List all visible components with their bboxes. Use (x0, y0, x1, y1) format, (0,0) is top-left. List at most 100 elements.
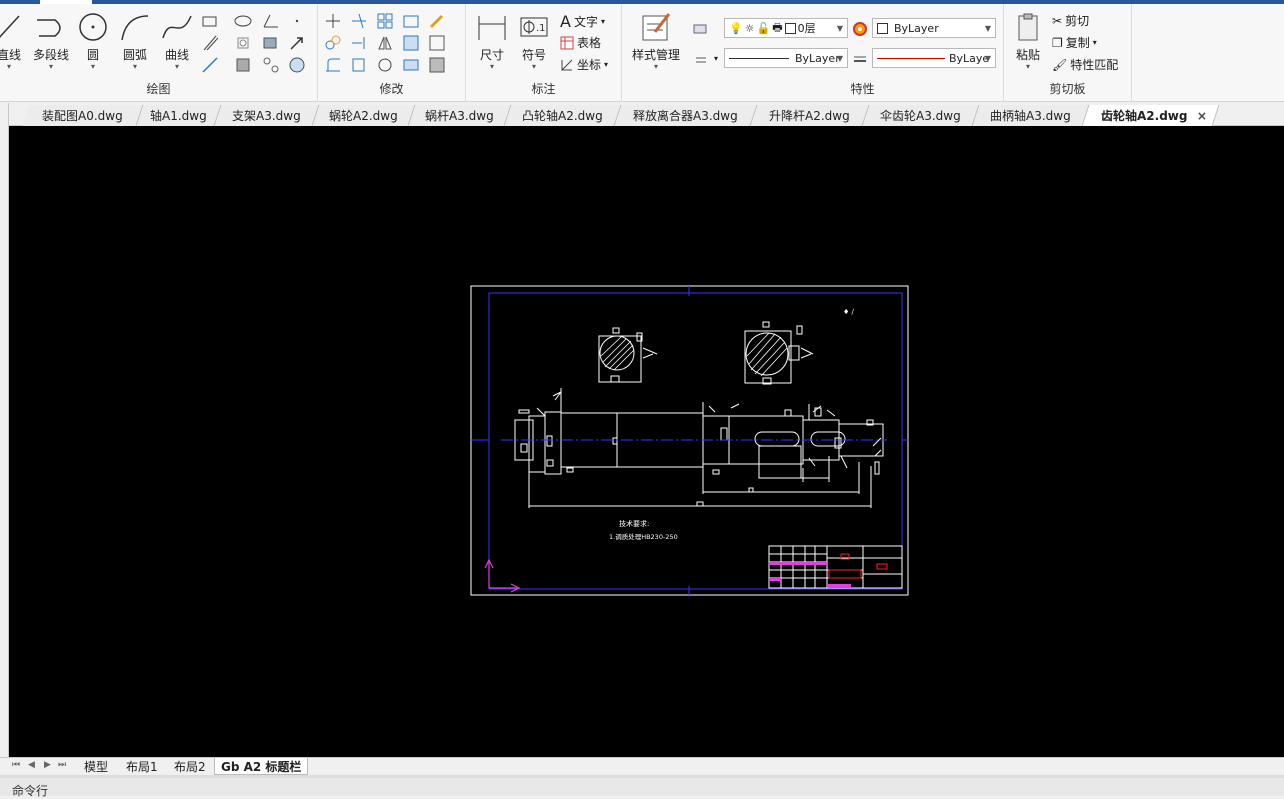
table-icon (560, 36, 574, 49)
shaft-main-view (514, 388, 884, 508)
cut-button-label: 剪切 (1065, 14, 1090, 28)
construction-line-icon[interactable] (201, 56, 219, 74)
rectangle-icon[interactable] (201, 12, 219, 30)
grid-array-icon[interactable] (376, 12, 394, 30)
drawing-canvas[interactable]: ♦ ∕ 技术要求: 1.调质处理HB230-250 (9, 126, 1284, 757)
region-icon[interactable] (234, 34, 252, 52)
explode-icon[interactable] (402, 34, 420, 52)
wipeout-icon[interactable] (288, 56, 306, 74)
coordinate-button-label: 坐标 (577, 58, 602, 72)
move-icon[interactable] (324, 12, 342, 30)
layout-tab-1[interactable]: 布局1 (120, 758, 164, 775)
chevron-down-icon: ▾ (600, 17, 605, 26)
doc-tab[interactable]: 轴A1.dwg (136, 105, 222, 126)
draw-group: 直线 ▾ 多段线 ▾ 圆 ▾ 圆弧 ▾ 曲线 ▾ 绘图 (0, 4, 318, 102)
offset-icon[interactable] (428, 34, 446, 52)
layer-dropdown[interactable]: 💡 ☼ 🔓 🖶 0层 ▼ (724, 18, 848, 38)
left-palette-strip[interactable] (0, 103, 9, 758)
text-button[interactable]: A 文字 ▾ (560, 12, 605, 31)
prev-layout-icon[interactable]: ◀ (28, 760, 35, 770)
first-layout-icon[interactable]: ⏮ (12, 760, 20, 770)
extend-icon[interactable] (350, 34, 368, 52)
text-button-label: 文字 (573, 15, 598, 29)
table-button-label: 表格 (577, 36, 602, 50)
line-icon (0, 15, 20, 38)
match-properties-button[interactable]: 🖌 特性匹配 (1052, 56, 1118, 73)
doc-tab[interactable]: 装配图A0.dwg (22, 105, 144, 126)
command-bar[interactable]: 命令行 (0, 775, 1284, 798)
color-wheel-icon[interactable] (852, 20, 870, 38)
curve-button-label: 曲线 (164, 48, 189, 62)
chevron-down-icon: ▼ (984, 54, 991, 63)
layout-tab-2[interactable]: 布局2 (168, 758, 212, 775)
note-line: 1.调质处理HB230-250 (609, 532, 678, 541)
coordinate-button[interactable]: 坐标 ▾ (560, 56, 608, 73)
doc-tab[interactable]: 释放离合器A3.dwg (614, 105, 758, 126)
properties-group-label: 特性 (850, 82, 875, 96)
line-button[interactable]: 直线 ▾ (0, 12, 24, 71)
linetype-lines-icon[interactable] (694, 52, 712, 70)
symbol-icon: .1 (520, 17, 548, 37)
fillet-icon[interactable] (324, 56, 342, 74)
color-value: ByLayer (894, 21, 939, 35)
doc-tab[interactable]: 蜗杆A3.dwg (408, 105, 512, 126)
doc-tab[interactable]: 升降杆A2.dwg (750, 105, 870, 126)
style-manager-button[interactable]: 样式管理 ▾ (628, 12, 684, 71)
hatch-icon[interactable] (234, 56, 252, 74)
doc-tab[interactable]: 支架A3.dwg (214, 105, 320, 126)
double-line-icon[interactable] (201, 34, 219, 52)
match-properties-label: 特性匹配 (1070, 58, 1119, 72)
line-button-label: 直线 (0, 48, 21, 62)
mirror-icon[interactable] (376, 34, 394, 52)
next-layout-icon[interactable]: ▶ (44, 760, 51, 770)
chamfer-icon[interactable] (402, 56, 420, 74)
chevron-down-icon: ▾ (604, 60, 609, 69)
linetype-dropdown[interactable]: ByLayer ▼ (724, 48, 848, 68)
copy-button-label: 复制 (1065, 36, 1090, 50)
curve-button[interactable]: 曲线 ▾ (160, 12, 194, 71)
doc-tab[interactable]: 伞齿轮A3.dwg (862, 105, 980, 126)
modify-group: 修改 (318, 4, 466, 102)
point-icon[interactable] (290, 12, 308, 30)
close-icon[interactable]: × (1197, 109, 1207, 123)
document-tab-bar: 装配图A0.dwg 轴A1.dwg 支架A3.dwg 蜗轮A2.dwg 蜗杆A3… (0, 103, 1284, 126)
rotate-icon[interactable] (376, 56, 394, 74)
color-dropdown[interactable]: ByLayer ▼ (872, 18, 996, 38)
table-button[interactable]: 表格 (560, 34, 601, 51)
stretch-icon[interactable] (402, 12, 420, 30)
lineweight-dropdown[interactable]: ByLaye ▼ (872, 48, 996, 68)
scale-icon[interactable] (350, 56, 368, 74)
circle-button[interactable]: 圆 ▾ (77, 12, 109, 71)
paste-button[interactable]: 粘贴 ▾ (1010, 12, 1046, 71)
doc-tab[interactable]: 蜗轮A2.dwg (312, 105, 416, 126)
ellipse-icon[interactable] (234, 12, 252, 30)
paste-icon (1018, 13, 1038, 41)
arc-button[interactable]: 圆弧 ▾ (118, 12, 152, 71)
last-layout-icon[interactable]: ⏭ (58, 760, 66, 770)
dimension-button-label: 尺寸 (479, 48, 504, 62)
block-icon[interactable] (262, 34, 280, 52)
arrow-icon[interactable] (288, 34, 306, 52)
array-icon[interactable] (262, 56, 280, 74)
dimension-button[interactable]: 尺寸 ▾ (474, 12, 510, 71)
doc-tab[interactable]: 凸轮轴A2.dwg (504, 105, 622, 126)
angle-icon[interactable] (262, 12, 280, 30)
polyline-button[interactable]: 多段线 ▾ (30, 12, 72, 71)
erase-icon[interactable] (428, 12, 446, 30)
chevron-down-icon: ▾ (6, 62, 11, 71)
copy-object-icon[interactable] (324, 34, 342, 52)
layout-tab-model[interactable]: 模型 (78, 758, 114, 775)
doc-tab[interactable]: 曲柄轴A3.dwg (972, 105, 1090, 126)
layout-tab-bar: ⏮ ◀ ▶ ⏭ 模型 布局1 布局2 Gb A2 标题栏 (0, 757, 1284, 775)
lineweight-icon[interactable] (852, 52, 870, 70)
copy-button[interactable]: ❐ 复制 ▾ (1052, 34, 1097, 51)
symbol-button[interactable]: .1 符号 ▾ (516, 12, 552, 71)
layout-tab-gb-a2[interactable]: Gb A2 标题栏 (214, 758, 309, 775)
roughness-mark: ♦ ∕ (843, 308, 855, 316)
doc-tab-active[interactable]: 齿轮轴A2.dwg × (1082, 105, 1220, 126)
properties-edit-icon[interactable] (428, 56, 446, 74)
properties-group: 样式管理 ▾ 💡 ☼ 🔓 🖶 0层 ▼ ByLayer ▼ ▾ ByLayer … (622, 4, 1004, 102)
trim-icon[interactable] (350, 12, 368, 30)
cut-button[interactable]: ✂ 剪切 (1052, 12, 1089, 29)
layer-manager-icon[interactable] (692, 20, 710, 38)
